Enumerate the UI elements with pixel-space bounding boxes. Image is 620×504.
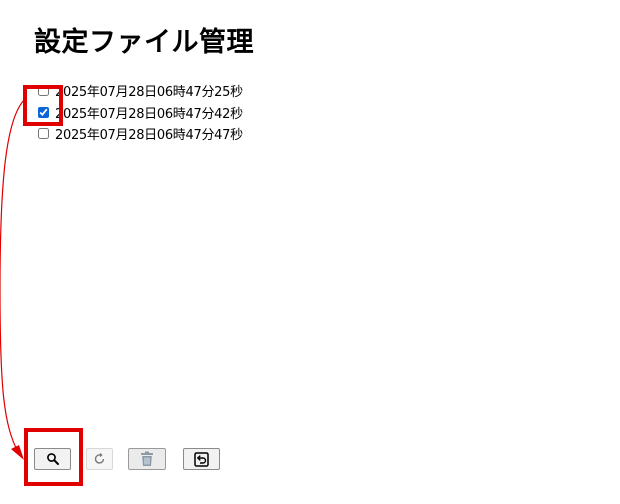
file-checkbox[interactable] (38, 106, 49, 118)
toolbar (34, 448, 237, 470)
refresh-icon (94, 452, 104, 464)
back-button[interactable] (183, 448, 220, 470)
annotation-arrow (0, 99, 25, 460)
list-item[interactable]: 2025年07月28日06時47分47秒 (38, 123, 243, 145)
file-checkbox[interactable] (38, 85, 49, 97)
file-label: 2025年07月28日06時47分42秒 (55, 106, 243, 122)
file-label: 2025年07月28日06時47分47秒 (55, 128, 243, 144)
restore-button[interactable] (86, 448, 113, 470)
file-checkbox[interactable] (38, 128, 49, 140)
search-icon (46, 453, 59, 465)
search-button[interactable] (34, 448, 71, 470)
delete-button[interactable] (128, 448, 166, 470)
list-item[interactable]: 2025年07月28日06時47分25秒 (38, 80, 243, 102)
file-label: 2025年07月28日06時47分25秒 (55, 85, 243, 101)
return-icon (194, 451, 209, 467)
list-item[interactable]: 2025年07月28日06時47分42秒 (38, 102, 243, 124)
config-file-list: 2025年07月28日06時47分25秒 2025年07月28日06時47分42… (38, 80, 243, 145)
page-title: 設定ファイル管理 (34, 27, 254, 58)
trash-icon (141, 451, 153, 466)
